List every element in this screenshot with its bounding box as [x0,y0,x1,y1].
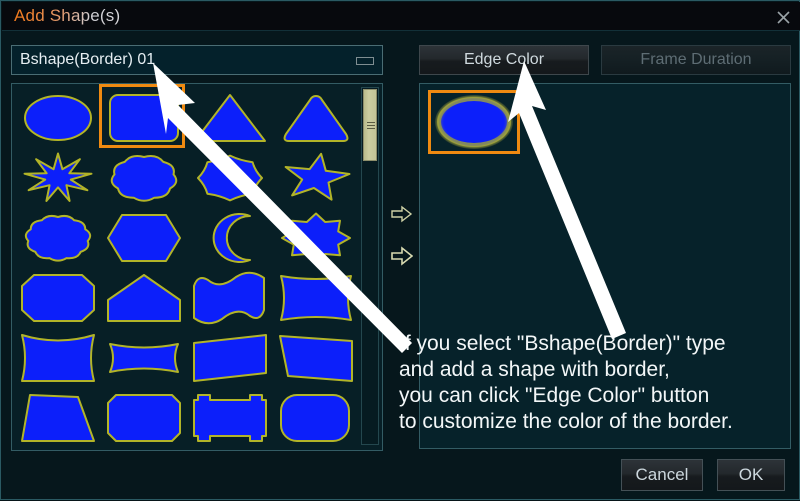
scrollbar-grip-icon [367,122,375,131]
shape-item-scalloped-cloud[interactable] [16,208,100,268]
shape-item-snip-corner-rectangle[interactable] [102,388,186,448]
shape-item-nine-point-star[interactable] [16,148,100,208]
scrollbar-thumb[interactable] [363,89,377,161]
five-point-star-icon [284,152,351,201]
ok-button-label: OK [738,465,764,484]
shape-type-value: Bshape(Border) 01 [20,51,156,68]
trapezoid-left-icon [193,334,267,382]
annotation-line: to customize the color of the border. [399,410,733,433]
preview-item-ellipse-with-border[interactable] [428,90,520,154]
cancel-button[interactable]: Cancel [621,459,703,491]
ok-button[interactable]: OK [717,459,785,491]
triangle-icon [194,94,266,142]
shape-item-trapezoid-right[interactable] [274,328,358,388]
snip-corner-rectangle-icon [107,394,181,442]
wave-icon [193,271,265,325]
annotation-line: If you select "Bshape(Border)" type [399,332,726,355]
add-shapes-dialog: Add Shape(s) Bshape(Border) 01 Edge Colo… [0,0,800,500]
shape-item-ellipse[interactable] [16,88,100,148]
seal-burst-icon [197,154,263,202]
ellipse-icon [24,95,92,141]
shape-item-trapezoid-down[interactable] [16,388,100,448]
shape-item-pillow-cushion[interactable] [274,268,358,328]
tab-frame-duration-label: Frame Duration [640,51,752,68]
restore-rectangle-icon[interactable] [356,57,374,65]
shape-item-bowtie-vertical[interactable] [16,328,100,388]
eight-point-star-icon [281,212,351,264]
page-title: Add Shape(s) [14,6,121,25]
bowtie-horizontal-icon [109,343,179,373]
shape-item-octagon[interactable] [16,268,100,328]
tab-frame-duration[interactable]: Frame Duration [601,45,791,75]
shape-gallery-scrollbar[interactable] [361,87,379,445]
pillow-cushion-icon [280,275,352,321]
annotation-text: If you select "Bshape(Border)" type and … [399,331,791,435]
shape-item-bowtie-horizontal[interactable] [102,328,186,388]
shape-item-seal-burst[interactable] [188,148,272,208]
shape-type-combobox[interactable]: Bshape(Border) 01 [11,45,383,75]
arrow-right-outline-icon[interactable] [391,204,413,229]
shape-item-wave[interactable] [188,268,272,328]
shape-item-cloud[interactable] [102,148,186,208]
rounded-rectangle-icon [109,94,179,142]
shape-item-rounded-triangle[interactable] [274,88,358,148]
cancel-button-label: Cancel [635,465,689,484]
octagon-icon [21,274,95,322]
tabbed-rectangle-icon [193,394,267,442]
bowtie-vertical-icon [21,334,95,382]
shape-item-hexagon[interactable] [102,208,186,268]
hexagon-icon [107,214,181,262]
shape-item-pentagon-home[interactable] [102,268,186,328]
crescent-moon-icon [212,213,251,263]
shape-item-trapezoid-left[interactable] [188,328,272,388]
arrow-right-outline-icon[interactable] [391,245,414,272]
shape-item-five-point-star[interactable] [274,148,358,208]
rounded-triangle-icon [283,95,349,142]
trapezoid-down-icon [21,394,95,442]
nine-point-star-icon [23,152,93,202]
tab-edge-color-label: Edge Color [463,51,545,68]
cloud-icon [110,155,178,202]
shape-gallery[interactable] [11,83,383,451]
shape-item-crescent-moon[interactable] [188,208,272,268]
annotation-line: you can click "Edge Color" button [399,384,710,407]
pentagon-home-icon [107,274,181,322]
tab-edge-color[interactable]: Edge Color [419,45,589,75]
shape-grid [16,84,364,448]
annotation-line: and add a shape with border, [399,358,670,381]
shape-item-triangle[interactable] [188,88,272,148]
shape-item-tabbed-rectangle[interactable] [188,388,272,448]
scalloped-cloud-icon [24,214,92,262]
stadium-rectangle-icon [280,394,350,442]
trapezoid-right-icon [279,335,353,382]
close-icon[interactable] [772,7,794,27]
title-bar: Add Shape(s) [2,2,800,31]
shape-item-rounded-rectangle[interactable] [99,84,186,148]
shape-item-eight-point-star[interactable] [274,208,358,268]
shape-item-stadium-rectangle[interactable] [274,388,358,448]
